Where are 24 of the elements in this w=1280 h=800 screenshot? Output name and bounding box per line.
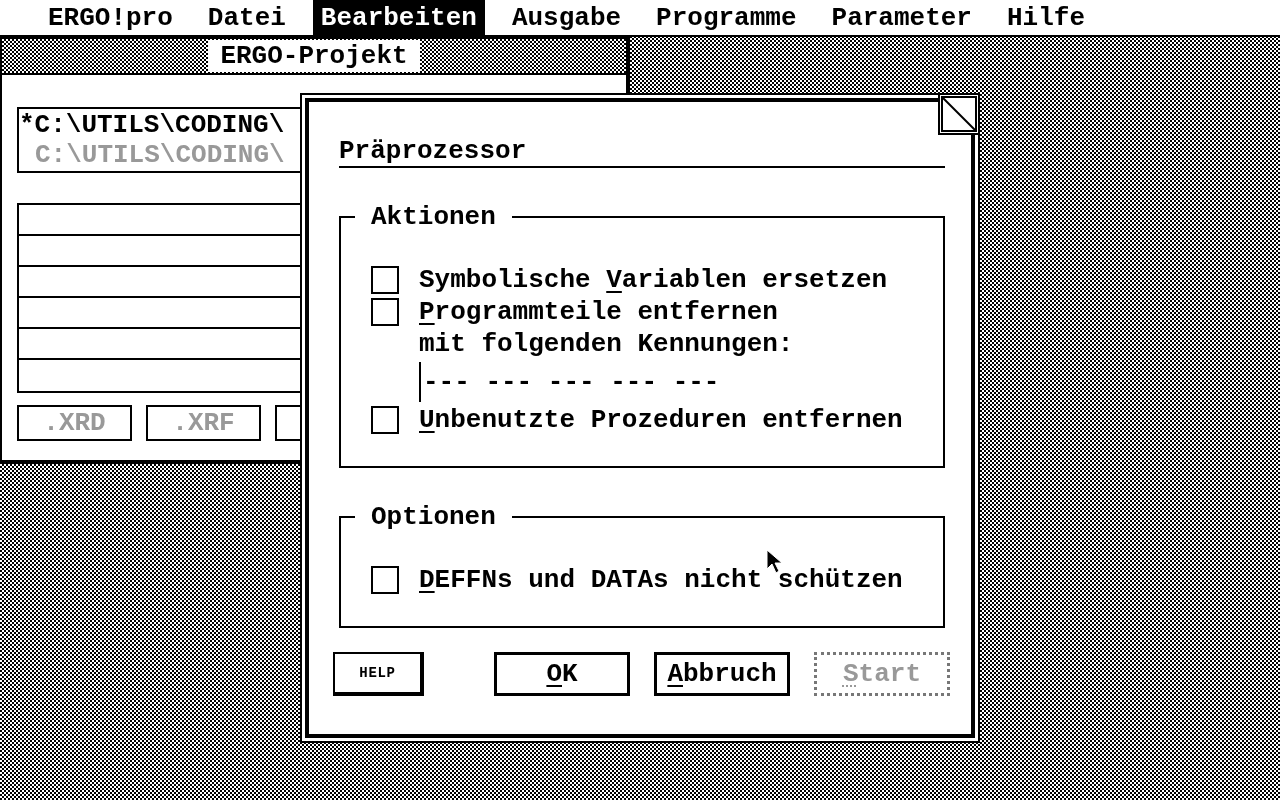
group-title: Optionen xyxy=(355,504,512,530)
checkbox-label: DEFFNs und DATAs nicht schützen xyxy=(419,567,903,593)
menu-item[interactable]: ERGO!pro xyxy=(40,0,181,35)
field-caption: mit folgenden Kennungen: xyxy=(419,331,794,357)
resize-icon[interactable] xyxy=(938,93,980,135)
menu-item[interactable]: Hilfe xyxy=(998,0,1093,35)
checkbox-label: Programmteile entfernen xyxy=(419,299,778,325)
dialog-button[interactable]: OK xyxy=(494,652,630,696)
checkbox[interactable] xyxy=(371,266,399,294)
checkbox[interactable] xyxy=(371,406,399,434)
menu-item[interactable]: Programme xyxy=(648,0,805,35)
checkbox-label: Symbolische Variablen ersetzen xyxy=(419,267,888,293)
checkbox[interactable] xyxy=(371,298,399,326)
checkbox-label: Unbenutzte Prozeduren entfernen xyxy=(419,407,903,433)
window-title: ERGO-Projekt xyxy=(208,40,420,72)
help-button[interactable]: HELP xyxy=(333,652,424,696)
checkbox[interactable] xyxy=(371,566,399,594)
menu-item[interactable]: Ausgabe xyxy=(503,0,630,35)
input-field[interactable]: --- --- --- --- --- xyxy=(419,362,720,402)
dialog-button[interactable]: Abbruch xyxy=(654,652,790,696)
menu-item[interactable]: Parameter xyxy=(823,0,980,35)
menu-item[interactable]: Datei xyxy=(199,0,294,35)
dialog-title: Präprozessor xyxy=(339,138,527,164)
menu-item[interactable]: Bearbeiten xyxy=(312,0,485,35)
